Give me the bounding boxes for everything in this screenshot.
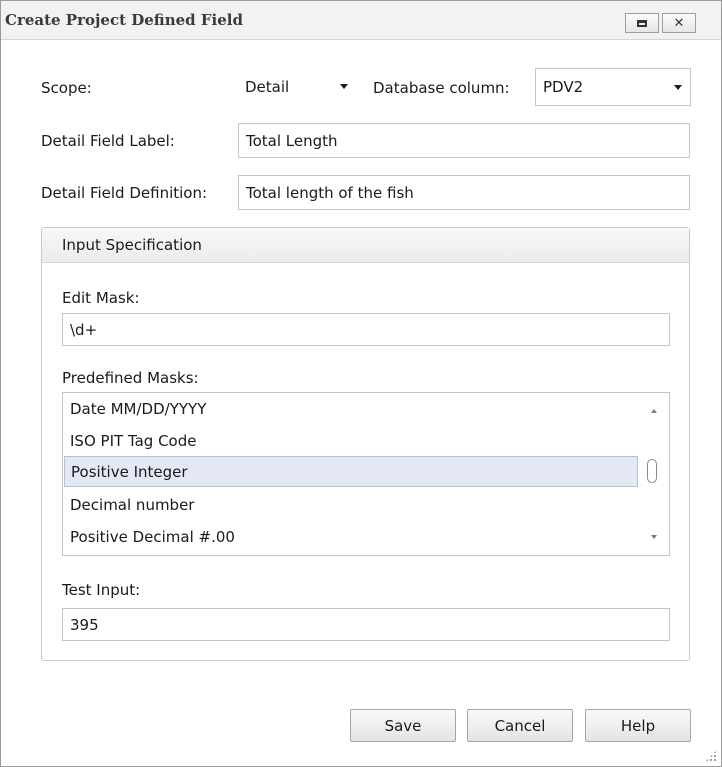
maximize-icon bbox=[637, 19, 647, 27]
list-item-label: Date MM/DD/YYYY bbox=[70, 399, 207, 418]
title-bar[interactable]: Create Project Defined Field ✕ bbox=[1, 1, 721, 40]
scroll-up-icon[interactable] bbox=[651, 409, 657, 413]
list-item-selected[interactable]: Positive Integer bbox=[64, 456, 638, 487]
save-button-label: Save bbox=[384, 716, 422, 735]
test-input-label: Test Input: bbox=[62, 581, 141, 599]
close-button[interactable]: ✕ bbox=[662, 13, 696, 33]
input-specification-header: Input Specification bbox=[42, 228, 689, 263]
chevron-down-icon bbox=[674, 85, 682, 90]
maximize-button[interactable] bbox=[625, 13, 659, 33]
input-specification-title: Input Specification bbox=[62, 236, 202, 254]
list-item-label: Positive Integer bbox=[71, 462, 188, 481]
cancel-button[interactable]: Cancel bbox=[467, 709, 573, 742]
edit-mask-input[interactable]: \d+ bbox=[62, 313, 670, 346]
database-column-value: PDV2 bbox=[543, 78, 584, 96]
predefined-masks-label: Predefined Masks: bbox=[62, 369, 199, 387]
test-input-field[interactable]: 395 bbox=[62, 608, 670, 641]
detail-field-label-input[interactable]: Total Length bbox=[238, 123, 690, 158]
list-item[interactable]: ISO PIT Tag Code bbox=[64, 425, 638, 456]
resize-grip-icon[interactable] bbox=[705, 750, 717, 762]
cancel-button-label: Cancel bbox=[494, 716, 546, 735]
test-input-value: 395 bbox=[70, 615, 99, 634]
scope-label: Scope: bbox=[41, 79, 92, 97]
database-column-label: Database column: bbox=[373, 79, 510, 97]
database-column-select[interactable]: PDV2 bbox=[535, 68, 691, 106]
list-scrollbar[interactable] bbox=[639, 393, 669, 555]
help-button[interactable]: Help bbox=[585, 709, 691, 742]
window-title: Create Project Defined Field bbox=[5, 11, 243, 29]
scope-select[interactable]: Detail bbox=[238, 68, 358, 106]
help-button-label: Help bbox=[620, 716, 656, 735]
list-item[interactable]: Date MM/DD/YYYY bbox=[64, 393, 638, 424]
list-item-label: Positive Decimal #.00 bbox=[70, 527, 235, 546]
detail-field-label-value: Total Length bbox=[246, 131, 338, 150]
detail-field-definition-label: Detail Field Definition: bbox=[41, 184, 208, 202]
dialog-window: Create Project Defined Field ✕ Scope: De… bbox=[0, 0, 722, 767]
list-item[interactable]: Positive Decimal #.00 bbox=[64, 521, 638, 552]
list-item[interactable]: Decimal number bbox=[64, 489, 638, 520]
list-item-label: Decimal number bbox=[70, 495, 195, 514]
chevron-down-icon bbox=[340, 84, 348, 89]
edit-mask-value: \d+ bbox=[70, 320, 98, 339]
scope-value: Detail bbox=[245, 78, 290, 96]
scroll-down-icon[interactable] bbox=[651, 535, 657, 539]
list-item-label: ISO PIT Tag Code bbox=[70, 431, 197, 450]
close-icon: ✕ bbox=[673, 15, 685, 31]
scrollbar-thumb[interactable] bbox=[647, 459, 657, 483]
save-button[interactable]: Save bbox=[350, 709, 456, 742]
edit-mask-label: Edit Mask: bbox=[62, 289, 140, 307]
detail-field-label-label: Detail Field Label: bbox=[41, 132, 175, 150]
detail-field-definition-input[interactable]: Total length of the fish bbox=[238, 175, 690, 210]
detail-field-definition-value: Total length of the fish bbox=[246, 183, 414, 202]
predefined-masks-list[interactable]: Date MM/DD/YYYY ISO PIT Tag Code Positiv… bbox=[62, 392, 670, 556]
